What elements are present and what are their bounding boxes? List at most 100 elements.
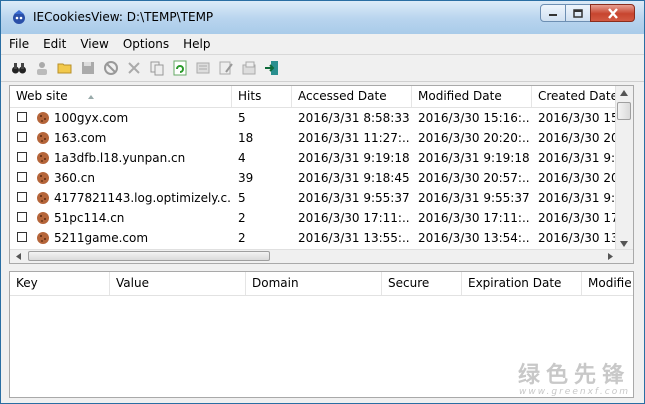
horizontal-scrollbar[interactable]: [10, 249, 633, 263]
col-domain[interactable]: Domain: [246, 272, 382, 295]
refresh-button[interactable]: [172, 60, 188, 76]
delete-button[interactable]: [126, 60, 142, 76]
maximize-icon: [573, 8, 583, 18]
cell-created: 2016/3/31 9:5: [538, 191, 617, 205]
exit-icon: [265, 61, 278, 75]
col-secure-label: Secure: [388, 276, 430, 290]
row-checkbox[interactable]: [17, 112, 27, 122]
cookie-icon: [37, 212, 49, 224]
cookie-icon: [37, 232, 49, 244]
table-row[interactable]: 51pc114.cn 2 2016/3/30 17:11:... 2016/3/…: [10, 208, 617, 228]
table-row[interactable]: 100gyx.com 5 2016/3/31 8:58:33 2016/3/30…: [10, 108, 617, 128]
menu-options[interactable]: Options: [117, 37, 175, 51]
menu-view[interactable]: View: [74, 37, 114, 51]
maximize-button[interactable]: [565, 4, 591, 22]
minimize-button[interactable]: [540, 4, 566, 22]
row-checkbox[interactable]: [17, 232, 27, 242]
edit-cookie-button[interactable]: [195, 60, 211, 76]
window-title: IECookiesView: D:\TEMP\TEMP: [33, 10, 214, 24]
col-web-site[interactable]: Web site: [10, 86, 232, 107]
vertical-scrollbar[interactable]: [615, 86, 633, 251]
row-checkbox[interactable]: [17, 152, 27, 162]
cell-site: 51pc114.cn: [54, 211, 125, 225]
cell-accessed: 2016/3/31 13:55:...: [298, 231, 410, 245]
cell-hits: 5: [238, 191, 246, 205]
cell-site: 360.cn: [54, 171, 95, 185]
row-checkbox[interactable]: [17, 132, 27, 142]
col-value-label: Value: [116, 276, 149, 290]
cell-site: 5211game.com: [54, 231, 149, 245]
find-button[interactable]: [11, 60, 27, 76]
cell-site: 163.com: [54, 131, 107, 145]
cookie-icon: [37, 172, 49, 184]
refresh-icon: [173, 60, 187, 76]
col-modified-date-label: Modified Date: [418, 89, 502, 103]
delete-icon: [128, 62, 140, 74]
save-button[interactable]: [80, 60, 96, 76]
cell-modified: 2016/3/30 20:57:...: [418, 171, 530, 185]
col-hits-label: Hits: [238, 89, 262, 103]
col-hits[interactable]: Hits: [232, 86, 292, 107]
cell-modified: 2016/3/30 13:54:...: [418, 231, 530, 245]
vertical-scroll-thumb[interactable]: [617, 102, 631, 120]
cookie-monster-app-icon: [13, 10, 25, 24]
cell-accessed: 2016/3/31 9:18:45: [298, 171, 410, 185]
col-value[interactable]: Value: [110, 272, 246, 295]
scroll-down-icon: [620, 241, 628, 247]
col-domain-label: Domain: [252, 276, 299, 290]
col-created-date-label: Created Date: [538, 89, 618, 103]
open-folder-button[interactable]: [57, 60, 73, 76]
properties-button[interactable]: [241, 60, 257, 76]
col-secure[interactable]: Secure: [382, 272, 462, 295]
menu-edit[interactable]: Edit: [37, 37, 72, 51]
cell-created: 2016/3/31 9:1: [538, 151, 617, 165]
scroll-up-icon: [620, 90, 628, 96]
cell-modified: 2016/3/30 20:20:...: [418, 131, 530, 145]
watermark-brand: 绿色先锋: [517, 363, 630, 388]
cell-created: 2016/3/30 13:: [538, 231, 617, 245]
row-checkbox[interactable]: [17, 192, 27, 202]
col-accessed-date[interactable]: Accessed Date: [292, 86, 412, 107]
cell-site: 4177821143.log.optimizely.c...: [54, 191, 230, 205]
col-accessed-date-label: Accessed Date: [298, 89, 387, 103]
title-bar[interactable]: IECookiesView: D:\TEMP\TEMP: [1, 1, 644, 34]
find-icon: [12, 63, 26, 74]
row-checkbox[interactable]: [17, 172, 27, 182]
row-checkbox[interactable]: [17, 212, 27, 222]
cell-site: 100gyx.com: [54, 111, 129, 125]
menu-file[interactable]: File: [3, 37, 35, 51]
col-modified-date[interactable]: Modified Date: [412, 86, 532, 107]
cell-accessed: 2016/3/31 8:58:33: [298, 111, 410, 125]
save-icon: [82, 62, 94, 74]
horizontal-scroll-thumb[interactable]: [28, 251, 270, 261]
exit-button[interactable]: [264, 60, 280, 76]
copy-button[interactable]: [149, 60, 165, 76]
col-key[interactable]: Key: [10, 272, 110, 295]
table-row[interactable]: 163.com 18 2016/3/31 11:27:... 2016/3/30…: [10, 128, 617, 148]
cell-created: 2016/3/30 15:: [538, 111, 617, 125]
toolbar: [1, 54, 644, 82]
close-button[interactable]: [590, 4, 635, 22]
properties-icon: [242, 61, 256, 75]
watermark-url: www.greenxf.com: [519, 387, 630, 397]
app-window: IECookiesView: D:\TEMP\TEMP File Edit Vi…: [0, 0, 645, 404]
cell-hits: 2: [238, 211, 246, 225]
cell-hits: 4: [238, 151, 246, 165]
table-row[interactable]: 4177821143.log.optimizely.c... 5 2016/3/…: [10, 188, 617, 208]
copy-icon: [150, 61, 164, 76]
block-button[interactable]: [103, 60, 119, 76]
col-modified-label: Modifie: [588, 276, 632, 290]
cookies-list[interactable]: Web site Hits Accessed Date Modified Dat…: [9, 85, 634, 264]
col-modified[interactable]: Modifie: [582, 272, 633, 295]
table-row[interactable]: 5211game.com 2 2016/3/31 13:55:... 2016/…: [10, 228, 617, 248]
scroll-left-icon: [16, 253, 21, 260]
user-button[interactable]: [34, 60, 50, 76]
cell-created: 2016/3/30 20:: [538, 171, 617, 185]
pane-splitter[interactable]: [1, 266, 644, 270]
cell-accessed: 2016/3/30 17:11:...: [298, 211, 410, 225]
edit-button[interactable]: [218, 60, 234, 76]
col-expiration-date[interactable]: Expiration Date: [462, 272, 582, 295]
menu-help[interactable]: Help: [177, 37, 216, 51]
table-row[interactable]: 1a3dfb.l18.yunpan.cn 4 2016/3/31 9:19:18…: [10, 148, 617, 168]
table-row[interactable]: 360.cn 39 2016/3/31 9:18:45 2016/3/30 20…: [10, 168, 617, 188]
